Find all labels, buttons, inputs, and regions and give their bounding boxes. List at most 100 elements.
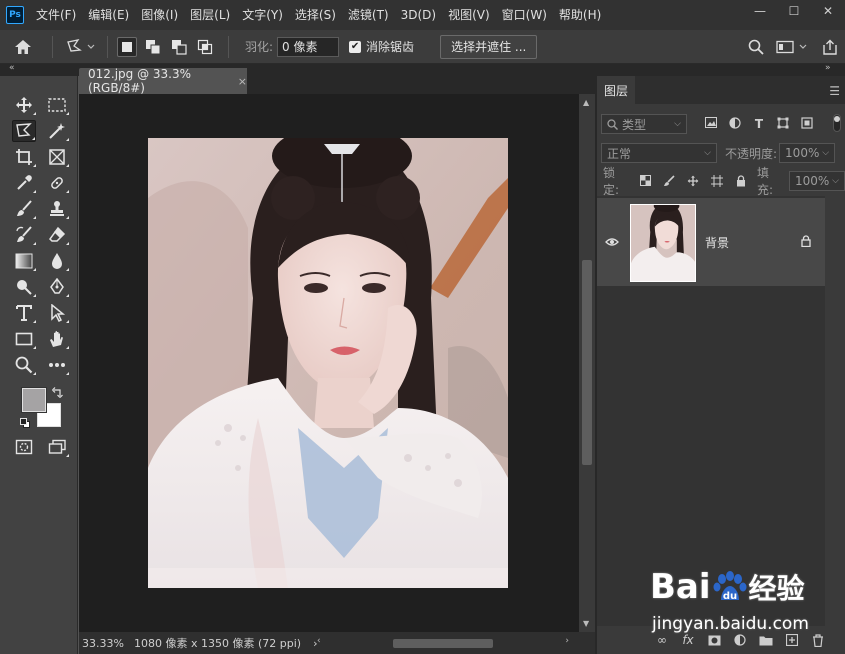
scroll-up-icon[interactable]: ▲ <box>583 98 589 107</box>
menu-image[interactable]: 图像(I) <box>135 0 184 30</box>
filter-type-button[interactable]: T <box>747 117 771 131</box>
collapse-left-icon[interactable]: « <box>9 63 15 73</box>
lock-artboard-button[interactable] <box>705 175 729 187</box>
hand-tool[interactable] <box>45 328 69 350</box>
move-tool[interactable] <box>12 94 36 116</box>
menu-filter[interactable]: 滤镜(T) <box>342 0 395 30</box>
horizontal-scrollbar[interactable]: ‹ › <box>315 636 571 648</box>
canvas[interactable] <box>79 94 579 632</box>
swap-colors-button[interactable] <box>52 387 63 401</box>
scroll-right-icon[interactable]: › <box>565 636 569 646</box>
new-selection-button[interactable] <box>117 36 137 57</box>
filter-type-dropdown[interactable]: 类型 ⌵ <box>601 114 687 134</box>
scroll-left-icon[interactable]: ‹ <box>317 636 321 646</box>
spot-healing-tool[interactable] <box>45 172 69 194</box>
scroll-down-icon[interactable]: ▼ <box>583 619 589 628</box>
rectangular-marquee-icon <box>48 98 66 112</box>
collapse-right-icon[interactable]: » <box>825 63 831 73</box>
lasso-tool[interactable] <box>12 120 36 142</box>
quick-mask-button[interactable] <box>12 436 36 458</box>
visibility-toggle[interactable] <box>605 236 619 250</box>
menu-view[interactable]: 视图(V) <box>442 0 496 30</box>
brush-tool[interactable] <box>12 198 36 220</box>
menu-help[interactable]: 帮助(H) <box>553 0 607 30</box>
filter-smart-object-button[interactable] <box>795 117 819 131</box>
clone-stamp-tool[interactable] <box>45 198 69 220</box>
subtract-selection-button[interactable] <box>169 37 189 57</box>
maximize-button[interactable]: ☐ <box>777 0 811 22</box>
layers-scrollbar[interactable] <box>827 196 845 626</box>
menu-file[interactable]: 文件(F) <box>30 0 82 30</box>
opacity-input[interactable]: 100% ⌵ <box>779 143 836 163</box>
blend-row: 正常 ⌵ 不透明度: 100% ⌵ <box>597 141 845 165</box>
history-brush-tool[interactable] <box>12 224 36 246</box>
layer-name[interactable]: 背景 <box>705 234 729 251</box>
menu-window[interactable]: 窗口(W) <box>496 0 553 30</box>
menu-edit[interactable]: 编辑(E) <box>82 0 135 30</box>
filter-toggle[interactable] <box>833 114 841 132</box>
lock-all-button[interactable] <box>729 175 753 187</box>
menu-3d[interactable]: 3D(D) <box>395 0 442 30</box>
blur-tool[interactable] <box>45 250 69 272</box>
lock-image-button[interactable] <box>657 175 681 187</box>
blend-mode-dropdown[interactable]: 正常 ⌵ <box>601 143 717 163</box>
artboard-icon <box>711 175 724 187</box>
intersect-selection-button[interactable] <box>195 37 215 57</box>
select-and-mask-button[interactable]: 选择并遮住 ... <box>440 34 538 59</box>
frame-tool[interactable] <box>45 146 69 168</box>
marquee-tool[interactable] <box>45 94 69 116</box>
rectangle-tool[interactable] <box>12 328 36 350</box>
lock-transparent-button[interactable] <box>633 175 657 187</box>
separator <box>107 35 108 58</box>
minimize-button[interactable]: — <box>743 0 777 22</box>
pen-tool[interactable] <box>45 276 69 298</box>
more-tools[interactable] <box>45 354 69 376</box>
stamp-icon <box>50 201 64 216</box>
path-selection-tool[interactable] <box>45 302 69 324</box>
feather-label: 羽化: <box>245 40 274 54</box>
add-selection-button[interactable] <box>143 37 163 57</box>
default-colors-button[interactable] <box>20 418 31 432</box>
document-tab[interactable]: 012.jpg @ 33.3%(RGB/8#) × <box>79 67 247 95</box>
zoom-level[interactable]: 33.33% <box>82 637 130 650</box>
lock-position-button[interactable] <box>681 175 705 187</box>
layer-lock-icon[interactable] <box>801 235 811 250</box>
search-button[interactable] <box>741 39 771 55</box>
close-tab-icon[interactable]: × <box>238 75 247 88</box>
eraser-tool[interactable] <box>45 224 69 246</box>
zoom-tool[interactable] <box>12 354 36 376</box>
fill-input[interactable]: 100% ⌵ <box>789 171 845 191</box>
antialias-checkbox[interactable]: ✔ <box>349 40 362 53</box>
filter-shape-button[interactable] <box>771 117 795 131</box>
horizontal-scroll-thumb[interactable] <box>393 639 493 648</box>
magic-wand-tool[interactable] <box>45 120 69 142</box>
move-icon <box>16 97 32 113</box>
filter-adjustment-button[interactable] <box>723 117 747 131</box>
screen-mode-button[interactable] <box>45 436 69 458</box>
eye-icon <box>605 238 619 246</box>
layer-row[interactable]: 背景 <box>597 198 825 286</box>
menu-type[interactable]: 文字(Y) <box>236 0 289 30</box>
lock-label: 锁定: <box>603 166 620 197</box>
share-button[interactable] <box>815 39 845 55</box>
search-icon <box>607 118 618 130</box>
foreground-color-swatch[interactable] <box>21 387 47 413</box>
gradient-tool[interactable] <box>12 250 36 272</box>
type-tool[interactable] <box>12 302 36 324</box>
vertical-scrollbar[interactable]: ▲ ▼ <box>579 94 595 632</box>
workspace-switcher[interactable] <box>771 40 815 54</box>
crop-tool[interactable] <box>12 146 36 168</box>
eyedropper-tool[interactable] <box>12 172 36 194</box>
home-button[interactable] <box>0 30 46 64</box>
feather-input[interactable]: 0 像素 <box>277 36 340 57</box>
tool-preset-picker[interactable] <box>59 30 101 64</box>
panel-menu-icon[interactable]: ☰ <box>829 84 840 98</box>
menu-select[interactable]: 选择(S) <box>289 0 342 30</box>
hand-icon <box>50 331 63 347</box>
layers-tab[interactable]: 图层 <box>597 76 635 104</box>
menu-layer[interactable]: 图层(L) <box>184 0 236 30</box>
filter-pixel-button[interactable] <box>699 117 723 131</box>
close-button[interactable]: ✕ <box>811 0 845 22</box>
vertical-scroll-thumb[interactable] <box>582 260 592 465</box>
dodge-tool[interactable] <box>12 276 36 298</box>
